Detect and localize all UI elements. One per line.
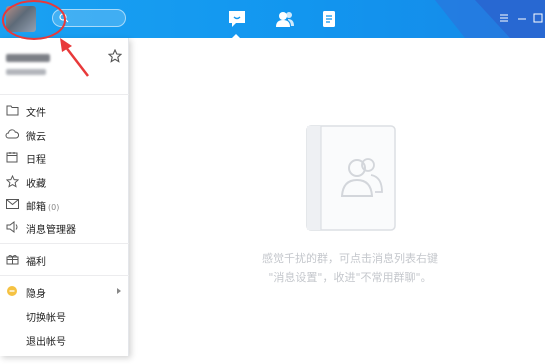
- document-icon: [323, 11, 335, 27]
- nickname-redacted: [6, 54, 50, 62]
- favorite-star-icon[interactable]: [108, 49, 122, 63]
- account-menu-panel: 文件 微云 日程 收藏 邮箱 (0) 消息管理器 福利 隐身 切换帐号 退出帐号: [0, 38, 129, 356]
- menu-item-label: 收藏: [26, 179, 46, 190]
- empty-state-line-1: 感觉千扰的群，可点击消息列表右键: [262, 252, 438, 265]
- menu-item-favorites[interactable]: 收藏: [0, 170, 129, 192]
- search-icon: [59, 13, 69, 23]
- mail-icon: [5, 197, 19, 211]
- menu-item-label: 消息管理器: [26, 225, 76, 236]
- menu-item-schedule[interactable]: 日程: [0, 146, 129, 168]
- menu-item-weiyun[interactable]: 微云: [0, 123, 129, 145]
- menu-divider: [0, 275, 129, 276]
- calendar-icon: [5, 150, 19, 164]
- minimize-icon[interactable]: [516, 12, 528, 24]
- menu-item-label: 邮箱 (0): [26, 198, 59, 213]
- empty-contacts-book-icon: [306, 125, 396, 231]
- profile-header: [0, 38, 129, 82]
- menu-item-welfare[interactable]: 福利: [0, 248, 129, 270]
- submenu-arrow-icon: [117, 288, 121, 294]
- menu-icon[interactable]: [498, 12, 510, 24]
- menu-item-files[interactable]: 文件: [0, 99, 129, 121]
- speaker-icon: [5, 220, 19, 234]
- menu-item-label: 福利: [26, 257, 46, 268]
- cloud-icon: [5, 127, 19, 141]
- empty-state-hint: 感觉千扰的群，可点击消息列表右键 "消息设置"，收进"不常用群聊"。: [215, 249, 485, 287]
- menu-item-label: 退出帐号: [26, 337, 66, 348]
- title-bar: [0, 0, 545, 38]
- star-icon: [5, 174, 19, 188]
- qq-window: 文件 微云 日程 收藏 邮箱 (0) 消息管理器 福利 隐身 切换帐号 退出帐号…: [0, 0, 545, 364]
- menu-item-label: 微云: [26, 132, 46, 143]
- menu-item-label: 切换帐号: [26, 313, 66, 324]
- contacts-icon: [276, 12, 294, 27]
- menu-item-invisible-status[interactable]: 隐身: [0, 280, 129, 302]
- menu-item-message-manager[interactable]: 消息管理器: [0, 216, 129, 238]
- menu-item-label: 隐身: [26, 289, 46, 300]
- search-box[interactable]: [52, 9, 126, 27]
- active-tab-indicator: [232, 34, 240, 38]
- menu-item-switch-account[interactable]: 切换帐号: [0, 304, 129, 326]
- search-input[interactable]: [71, 11, 123, 25]
- menu-item-label: 文件: [26, 108, 46, 119]
- mail-label: 邮箱: [26, 202, 46, 213]
- menu-item-mail[interactable]: 邮箱 (0): [0, 193, 129, 215]
- gift-icon: [5, 252, 19, 266]
- chat-bubble-icon: [229, 11, 245, 27]
- mail-count: (0): [48, 203, 60, 212]
- menu-item-logout[interactable]: 退出帐号: [0, 328, 129, 350]
- presence-dot-icon: [5, 284, 19, 298]
- avatar[interactable]: [6, 6, 36, 32]
- menu-divider: [0, 243, 129, 244]
- empty-state-line-2: "消息设置"，收进"不常用群聊"。: [268, 271, 432, 284]
- tab-contacts[interactable]: [274, 8, 296, 30]
- signature-redacted: [6, 69, 46, 75]
- maximize-icon[interactable]: [532, 12, 544, 24]
- tab-messages[interactable]: [226, 8, 248, 30]
- tab-space[interactable]: [318, 8, 340, 30]
- menu-divider: [0, 94, 129, 95]
- menu-item-label: 日程: [26, 155, 46, 166]
- folder-icon: [5, 103, 19, 117]
